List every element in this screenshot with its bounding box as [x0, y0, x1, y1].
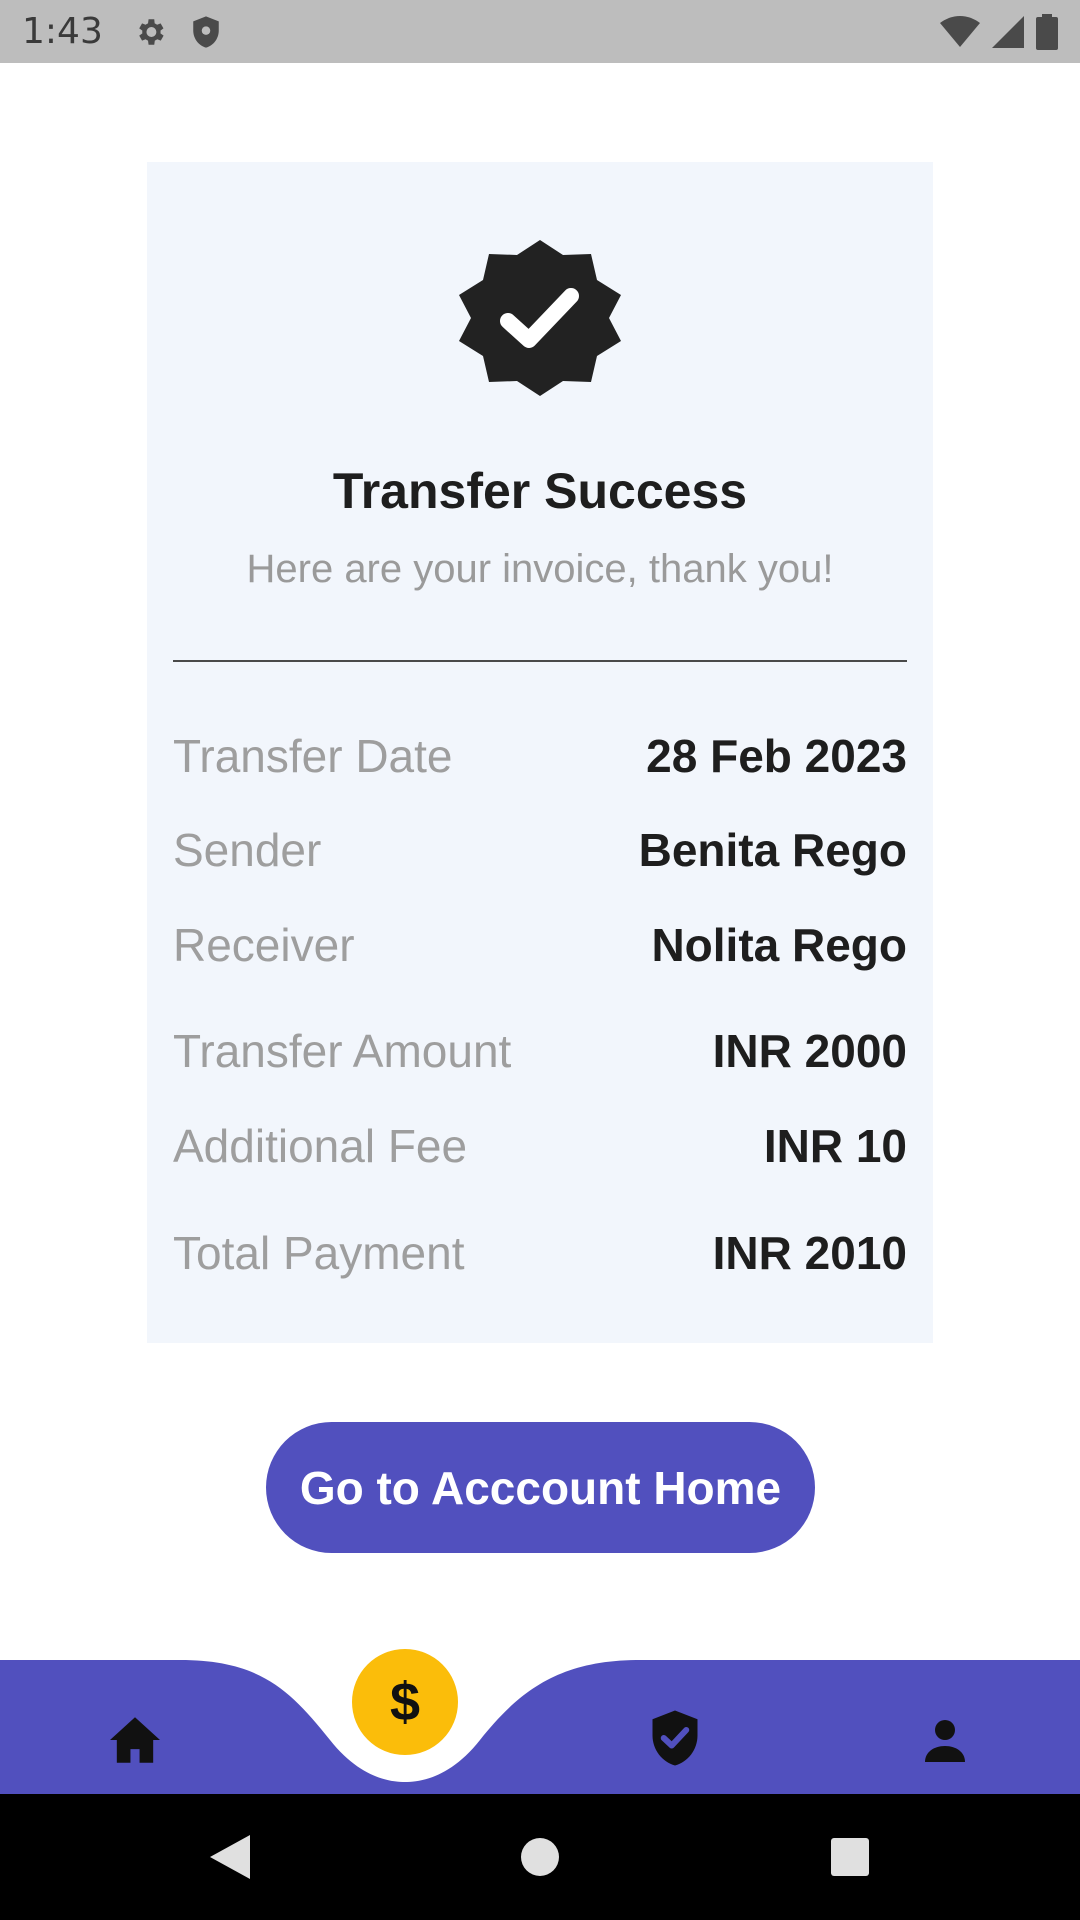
sender-row: Sender Benita Rego: [173, 820, 907, 880]
row-label: Transfer Amount: [173, 1025, 512, 1077]
page-title: Transfer Success: [332, 463, 748, 519]
receipt-card: Transfer Success Here are your invoice, …: [147, 162, 933, 1343]
nav-home[interactable]: [95, 1700, 175, 1780]
row-value: INR 10: [763, 1120, 907, 1172]
go-to-account-home-button[interactable]: Go to Acccount Home: [266, 1422, 815, 1553]
system-recents-button[interactable]: [810, 1794, 890, 1920]
screen: 1:43 Transfer Success Here are your invo…: [0, 0, 1080, 1920]
row-label: Receiver: [173, 919, 355, 971]
status-bar: 1:43: [0, 0, 1080, 63]
row-label: Total Payment: [173, 1227, 465, 1279]
row-label: Sender: [173, 824, 322, 876]
system-home-button[interactable]: [500, 1794, 580, 1920]
row-label: Additional Fee: [173, 1120, 468, 1172]
signal-icon: [992, 15, 1024, 48]
nav-profile[interactable]: [905, 1700, 985, 1780]
bottom-nav: [0, 1660, 1080, 1794]
row-value: INR 2000: [712, 1025, 907, 1077]
gear-icon: [139, 18, 164, 45]
transfer-date-row: Transfer Date 28 Feb 2023: [173, 726, 907, 786]
nav-security[interactable]: [635, 1698, 715, 1778]
row-value: INR 2010: [712, 1227, 907, 1279]
badge-wrap: [147, 236, 933, 400]
page-subtitle: Here are your invoice, thank you!: [246, 547, 834, 591]
wifi-icon: [940, 15, 980, 47]
row-value: 28 Feb 2023: [646, 730, 907, 782]
home-icon: [110, 1717, 160, 1763]
status-right-icons: [940, 13, 1058, 50]
total-payment-row: Total Payment INR 2010: [173, 1223, 907, 1283]
dollar-icon: $: [389, 1672, 421, 1732]
shield-icon: [193, 15, 219, 48]
additional-fee-row: Additional Fee INR 10: [173, 1116, 907, 1176]
status-time: 1:43: [22, 11, 103, 52]
battery-icon: [1036, 13, 1058, 50]
recents-square-icon: [831, 1838, 869, 1876]
divider: [173, 660, 907, 662]
back-triangle-icon: [210, 1835, 250, 1879]
person-icon: [925, 1720, 965, 1762]
receiver-row: Receiver Nolita Rego: [173, 915, 907, 975]
system-nav-bar: [0, 1794, 1080, 1920]
row-value: Benita Rego: [638, 824, 907, 876]
row-value: Nolita Rego: [651, 919, 907, 971]
row-label: Transfer Date: [173, 730, 453, 782]
shield-check-icon: [652, 1710, 698, 1766]
verified-badge-icon: [459, 240, 621, 396]
home-circle-icon: [521, 1838, 559, 1876]
system-back-button[interactable]: [190, 1794, 270, 1920]
transfer-amount-row: Transfer Amount INR 2000: [173, 1021, 907, 1081]
dollar-fab-button[interactable]: $: [352, 1649, 458, 1755]
status-left-icons: [133, 15, 221, 49]
